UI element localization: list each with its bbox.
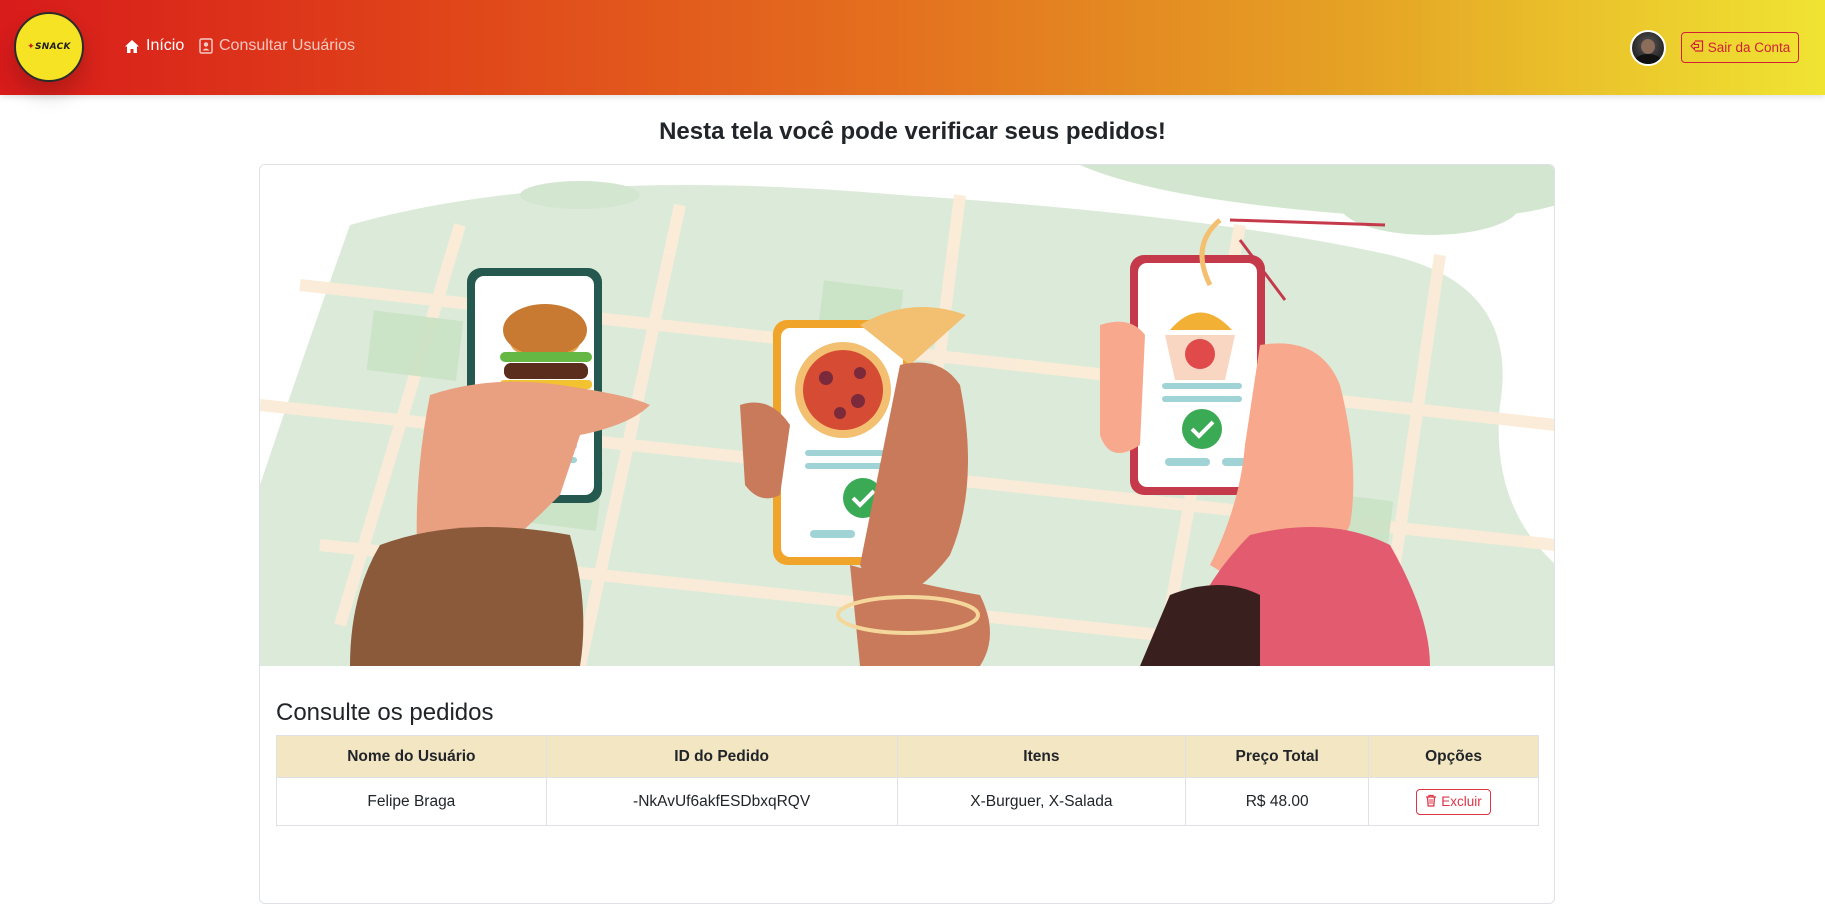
column-header-total: Preço Total xyxy=(1185,735,1370,778)
orders-card: Consulte os pedidos Nome do Usuário ID d… xyxy=(259,164,1555,904)
cell-options: Excluir xyxy=(1368,777,1539,826)
column-header-items: Itens xyxy=(896,735,1187,778)
nav-home-label: Início xyxy=(146,37,185,54)
logout-icon xyxy=(1689,40,1704,55)
home-icon xyxy=(124,39,140,54)
cell-order-id: -NkAvUf6akfESDbxqRQV xyxy=(545,777,898,826)
orders-section-title: Consulte os pedidos xyxy=(276,699,494,726)
cell-user-name: Felipe Braga xyxy=(276,777,547,826)
delete-order-button[interactable]: Excluir xyxy=(1416,788,1491,815)
cell-items: X-Burguer, X-Salada xyxy=(896,777,1187,826)
logout-label: Sair da Conta xyxy=(1707,40,1791,55)
nav-consult-users-label: Consultar Usuários xyxy=(219,37,356,54)
column-header-user: Nome do Usuário xyxy=(276,735,547,778)
orders-table: Nome do Usuário ID do Pedido Itens Preço… xyxy=(276,735,1539,826)
logout-button[interactable]: Sair da Conta xyxy=(1681,32,1799,63)
brand-logo-text: ✦SNACK xyxy=(27,42,71,52)
top-navbar: ✦SNACK Início Consultar Usuários Sair da… xyxy=(0,0,1825,95)
table-row: Felipe Braga -NkAvUf6akfESDbxqRQV X-Burg… xyxy=(276,777,1539,826)
column-header-options: Opções xyxy=(1368,735,1539,778)
person-badge-icon xyxy=(199,38,213,54)
food-delivery-illustration xyxy=(260,165,1554,666)
table-header-row: Nome do Usuário ID do Pedido Itens Preço… xyxy=(276,735,1539,778)
cell-total-price: R$ 48.00 xyxy=(1185,777,1370,826)
delete-order-label: Excluir xyxy=(1441,794,1482,809)
user-avatar[interactable] xyxy=(1630,30,1666,66)
brand-logo[interactable]: ✦SNACK xyxy=(14,12,84,82)
avatar-body xyxy=(1634,54,1662,64)
avatar-face xyxy=(1641,39,1655,54)
nav-home-link[interactable]: Início xyxy=(124,37,184,55)
page-title: Nesta tela você pode verificar seus pedi… xyxy=(659,118,1166,145)
column-header-order-id: ID do Pedido xyxy=(545,735,898,778)
nav-consult-users-link[interactable]: Consultar Usuários xyxy=(199,37,355,55)
trash-icon xyxy=(1425,794,1437,810)
hero-illustration xyxy=(260,165,1554,666)
